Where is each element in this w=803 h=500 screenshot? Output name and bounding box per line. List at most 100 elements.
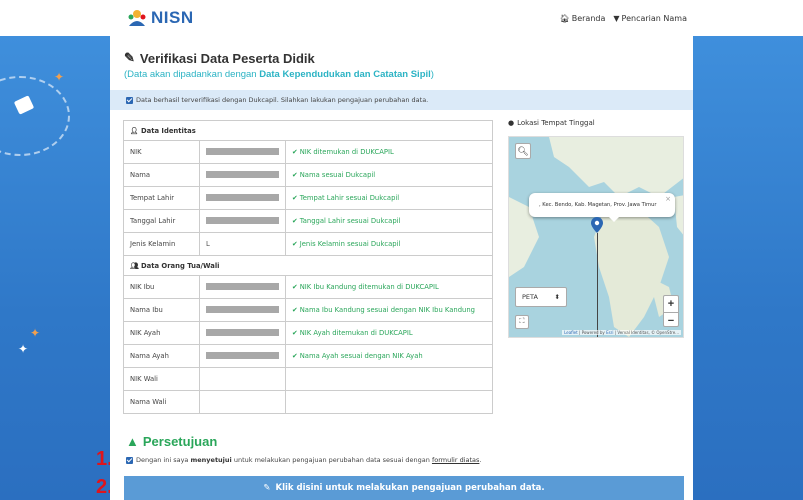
redacted-value — [206, 216, 279, 224]
row-value — [199, 367, 286, 391]
nav-search-label: Pencarian Nama — [621, 14, 687, 23]
submit-label: Klik disini untuk melakukan pengajuan pe… — [275, 483, 545, 493]
location-pin-icon: ● — [508, 119, 515, 127]
consent-title: ▲ Persetujuan — [126, 434, 217, 449]
row-status: ✔ Tanggal Lahir sesuai Dukcapil — [285, 209, 493, 233]
row-label: Jenis Kelamin — [123, 232, 200, 256]
submit-change-request-button[interactable]: ✎ Klik disini untuk melakukan pengajuan … — [124, 476, 684, 500]
row-value — [199, 163, 286, 187]
check-icon: ✔ — [292, 306, 298, 314]
decor-plus-icon: ✦ — [54, 70, 65, 84]
row-value — [199, 344, 286, 368]
decor-arc — [0, 76, 70, 156]
subtitle-prefix: (Data akan dipadankan dengan — [124, 69, 260, 80]
redacted-value — [206, 282, 279, 290]
status-text: Jenis Kelamin sesuai Dukcapil — [299, 240, 401, 248]
zoom-control: + − — [663, 295, 679, 327]
row-status: ✔ Nama sesuai Dukcapil — [285, 163, 493, 187]
users-icon: 👥︎ — [130, 261, 141, 270]
status-text: Nama sesuai Dukcapil — [299, 171, 376, 179]
page-subtitle: (Data akan dipadankan dengan Data Kepend… — [124, 69, 434, 80]
status-text: Nama Ayah sesuai dengan NIK Ayah — [299, 352, 423, 360]
map-popup: , Kec. Bendo, Kab. Magetan, Prov. Jawa T… — [529, 193, 675, 222]
row-label: Nama Wali — [123, 390, 200, 414]
row-status: ✔ NIK Ibu Kandung ditemukan di DUKCAPIL — [285, 275, 493, 299]
row-status: ✔ Nama Ibu Kandung sesuai dengan NIK Ibu … — [285, 298, 493, 322]
popup-text: , Kec. Bendo, Kab. Magetan, Prov. Jawa T… — [539, 202, 657, 208]
map-marker-icon[interactable] — [591, 217, 603, 233]
map-layer-select[interactable]: PETA ⬍ — [515, 287, 567, 307]
status-text: Tempat Lahir sesuai Dukcapil — [299, 194, 400, 202]
map-search-button[interactable]: 🔍︎ — [515, 143, 531, 159]
subtitle-bold: Data Kependudukan dan Catatan Sipil — [259, 69, 431, 80]
location-map[interactable]: 🔍︎ , Kec. Bendo, Kab. Magetan, Prov. Jaw… — [508, 136, 684, 338]
subtitle-suffix: ) — [430, 69, 434, 80]
check-icon: ✔ — [292, 148, 298, 156]
check-icon: ✔ — [292, 171, 298, 179]
fullscreen-button[interactable]: ⛶ — [515, 315, 529, 329]
form-link[interactable]: formulir diatas — [432, 456, 479, 464]
consent-text: Dengan ini saya menyetujui untuk melakuk… — [136, 456, 482, 464]
row-value — [199, 390, 286, 414]
map-layer-value: PETA — [522, 293, 538, 301]
row-label: Nama Ayah — [123, 344, 200, 368]
leaflet-link[interactable]: Leaflet — [564, 330, 578, 335]
nav-search[interactable]: ▼ Pencarian Nama — [613, 14, 687, 23]
check-icon: ✔ — [292, 283, 298, 291]
consent-prefix: Dengan ini saya — [136, 456, 191, 464]
decor-plus-icon: ✦ — [18, 342, 29, 356]
logo-icon — [126, 8, 148, 28]
redacted-value — [206, 351, 279, 359]
section-header-row: 👥︎ Data Orang Tua/Wali — [123, 255, 493, 276]
map-attribution: Leaflet | Powered by Esri | Verval Ident… — [562, 330, 681, 335]
alert-text: Data berhasil terverifikasi dengan Dukca… — [136, 96, 429, 104]
row-status: ✔ Tempat Lahir sesuai Dukcapil — [285, 186, 493, 210]
fullscreen-icon: ⛶ — [519, 318, 525, 325]
attribution-mid: | Powered by — [577, 330, 607, 335]
page-title-text: Verifikasi Data Peserta Didik — [139, 50, 315, 66]
row-value — [199, 140, 286, 164]
row-label: NIK Ayah — [123, 321, 200, 345]
check-icon: ✔ — [292, 240, 298, 248]
row-label: Nama — [123, 163, 200, 187]
home-icon: 🏠︎ — [559, 14, 570, 23]
table-row: NIK Ibu ✔ NIK Ibu Kandung ditemukan di DUK… — [123, 275, 493, 299]
status-text: Tanggal Lahir sesuai Dukcapil — [299, 217, 401, 225]
table-row: Nama Ibu ✔ Nama Ibu Kandung sesuai dengan … — [123, 298, 493, 322]
table-row: NIK Ayah ✔ NIK Ayah ditemukan di DUKCAPIL — [123, 321, 493, 345]
check-square-icon — [126, 96, 133, 104]
top-nav: 🏠︎ Beranda ▼ Pencarian Nama — [560, 14, 687, 23]
row-status — [285, 390, 493, 414]
table-row: NIK ✔ NIK ditemukan di DUKCAPIL — [123, 140, 493, 164]
filter-icon: ▼ — [613, 14, 620, 23]
redacted-value — [206, 170, 279, 178]
user-icon: 👤︎ — [130, 126, 141, 135]
zoom-out-button[interactable]: − — [664, 313, 678, 329]
verification-alert: Data berhasil terverifikasi dengan Dukca… — [110, 90, 693, 110]
row-status — [285, 367, 493, 391]
row-status: ✔ Jenis Kelamin sesuai Dukcapil — [285, 232, 493, 256]
redacted-value — [206, 193, 279, 201]
check-icon: ✔ — [292, 329, 298, 337]
header: NISN 🏠︎ Beranda ▼ Pencarian Nama — [110, 0, 693, 36]
table-row: Tempat Lahir ✔ Tempat Lahir sesuai Dukcapi… — [123, 186, 493, 210]
status-text: NIK ditemukan di DUKCAPIL — [299, 148, 394, 156]
status-text: NIK Ibu Kandung ditemukan di DUKCAPIL — [299, 283, 439, 291]
table-row: NIK Wali — [123, 367, 493, 391]
consent-suffix: . — [479, 456, 482, 464]
nav-home[interactable]: 🏠︎ Beranda — [560, 14, 606, 23]
section-header-row: 👤︎ Data Identitas — [123, 120, 493, 141]
zoom-in-button[interactable]: + — [664, 296, 678, 313]
row-label: NIK Ibu — [123, 275, 200, 299]
table-row: Nama ✔ Nama sesuai Dukcapil — [123, 163, 493, 187]
close-icon[interactable]: × — [665, 195, 671, 203]
search-icon: 🔍︎ — [517, 145, 529, 156]
logo[interactable]: NISN — [126, 6, 194, 30]
row-value — [199, 321, 286, 345]
main-panel: ✎ Verifikasi Data Peserta Didik (Data ak… — [110, 36, 693, 500]
map-label-text: Lokasi Tempat Tinggal — [517, 119, 595, 127]
table-row: Tanggal Lahir ✔ Tanggal Lahir sesuai Dukca… — [123, 209, 493, 233]
table-row: Jenis Kelamin L ✔ Jenis Kelamin sesuai Dukc… — [123, 232, 493, 256]
row-status: ✔ Nama Ayah sesuai dengan NIK Ayah — [285, 344, 493, 368]
consent-checkbox[interactable] — [126, 456, 133, 464]
